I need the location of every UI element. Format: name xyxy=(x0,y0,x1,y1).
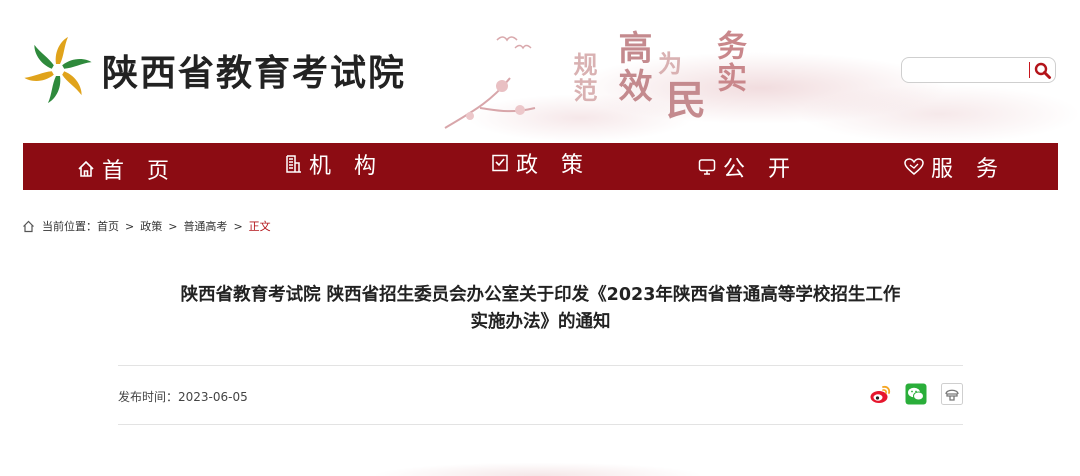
policy-icon xyxy=(492,154,508,171)
nav-item-service[interactable]: 服 务 xyxy=(851,143,1058,190)
slogan-text: 务实 xyxy=(711,30,746,94)
breadcrumb-link-home[interactable]: 首页 xyxy=(97,218,119,234)
site-name[interactable]: 陕西省教育考试院 xyxy=(102,44,406,96)
plum-blossom-decoration xyxy=(444,77,536,129)
breadcrumb-link-policy[interactable]: 政策 xyxy=(140,218,162,234)
building-icon xyxy=(286,154,301,173)
slogan-text: 民 xyxy=(666,77,706,124)
home-icon xyxy=(78,160,94,177)
nav-item-home[interactable]: 首 页 xyxy=(23,143,230,190)
article-title-line2: 实施办法》的通知 xyxy=(470,312,611,332)
home-icon xyxy=(23,220,34,232)
divider xyxy=(118,365,963,366)
nav-item-label: 首 页 xyxy=(102,158,177,184)
monitor-icon xyxy=(698,158,716,175)
article-title: 陕西省教育考试院 陕西省招生委员会办公室关于印发《2023年陕西省普通高等学校招… xyxy=(118,282,963,336)
nav-item-label: 服 务 xyxy=(931,156,1006,182)
divider xyxy=(118,424,963,425)
article-title-line1: 陕西省教育考试院 陕西省招生委员会办公室关于印发《2023年陕西省普通高等学校招… xyxy=(180,285,901,305)
slogan-text: 规范 xyxy=(569,52,598,104)
slogan-text: 高效 xyxy=(612,30,652,106)
weibo-icon[interactable] xyxy=(869,383,891,405)
main-nav: 首 页 机 构 政 策 公 开 服 务 xyxy=(23,143,1058,190)
nav-item-label: 公 开 xyxy=(723,156,798,182)
nav-item-label: 政 策 xyxy=(516,152,591,178)
breadcrumb-current: 正文 xyxy=(248,220,271,233)
publish-info: 发布时间：2023-06-05 xyxy=(118,388,248,405)
search-box xyxy=(901,57,1056,83)
search-divider xyxy=(1029,62,1030,78)
more-share-icon[interactable] xyxy=(941,383,963,405)
search-icon[interactable] xyxy=(1033,61,1053,80)
breadcrumb-separator: > xyxy=(233,219,243,233)
breadcrumb: 当前位置： 首页 > 政策 > 普通高考 > 正文 xyxy=(22,218,271,234)
nav-item-public[interactable]: 公 开 xyxy=(644,143,851,190)
heart-icon xyxy=(904,157,924,175)
publish-date: 2023-06-05 xyxy=(178,390,248,404)
birds-decoration xyxy=(496,36,532,50)
breadcrumb-prefix: 当前位置： xyxy=(42,220,97,233)
nav-item-label: 机 构 xyxy=(309,153,384,179)
search-input[interactable] xyxy=(908,61,1026,79)
nav-item-policy[interactable]: 政 策 xyxy=(437,143,644,190)
site-header: 陕西省教育考试院 规范 高效 为 民 务实 xyxy=(0,0,1080,142)
breadcrumb-link-gaokao[interactable]: 普通高考 xyxy=(183,218,227,234)
nav-item-organization[interactable]: 机 构 xyxy=(230,143,437,190)
wechat-icon[interactable] xyxy=(905,383,927,405)
breadcrumb-separator: > xyxy=(168,219,178,233)
breadcrumb-separator: > xyxy=(125,219,135,233)
publish-label: 发布时间： xyxy=(118,390,179,404)
watermark-decoration xyxy=(318,446,758,476)
logo-icon[interactable] xyxy=(22,34,94,106)
